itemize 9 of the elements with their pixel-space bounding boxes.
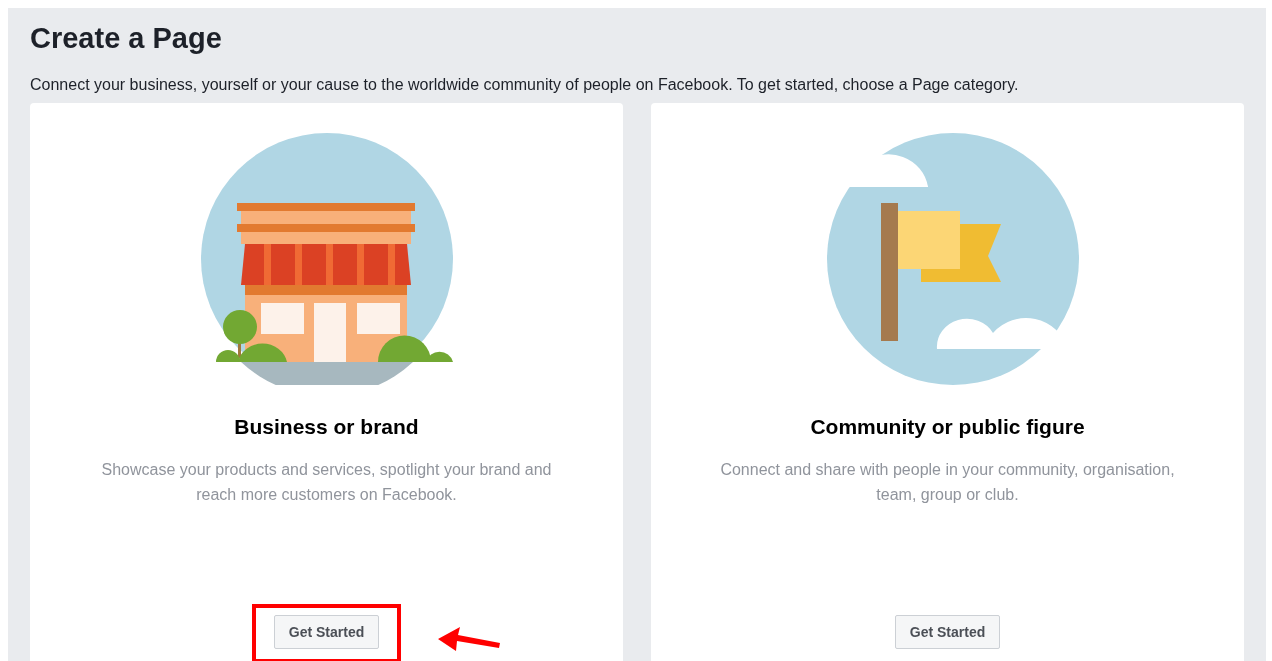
page-title: Create a Page: [30, 21, 223, 56]
arrow-icon: [437, 627, 502, 653]
card-title: Community or public figure: [810, 414, 1085, 440]
get-started-button[interactable]: Get Started: [273, 615, 380, 649]
card-description: Showcase your products and services, spotlight your brand and reach more customers on Facebook.: [100, 459, 553, 505]
card-title: Business or brand: [234, 414, 419, 440]
get-started-button[interactable]: Get Started: [894, 615, 1001, 649]
card-description: Connect and share with people in your community, organisation, team, group or club.: [719, 459, 1176, 505]
intro-text: Connect your business, yourself or your cause to the worldwide community of people on Facebook. To get started, choose a Page category.: [30, 75, 1020, 95]
